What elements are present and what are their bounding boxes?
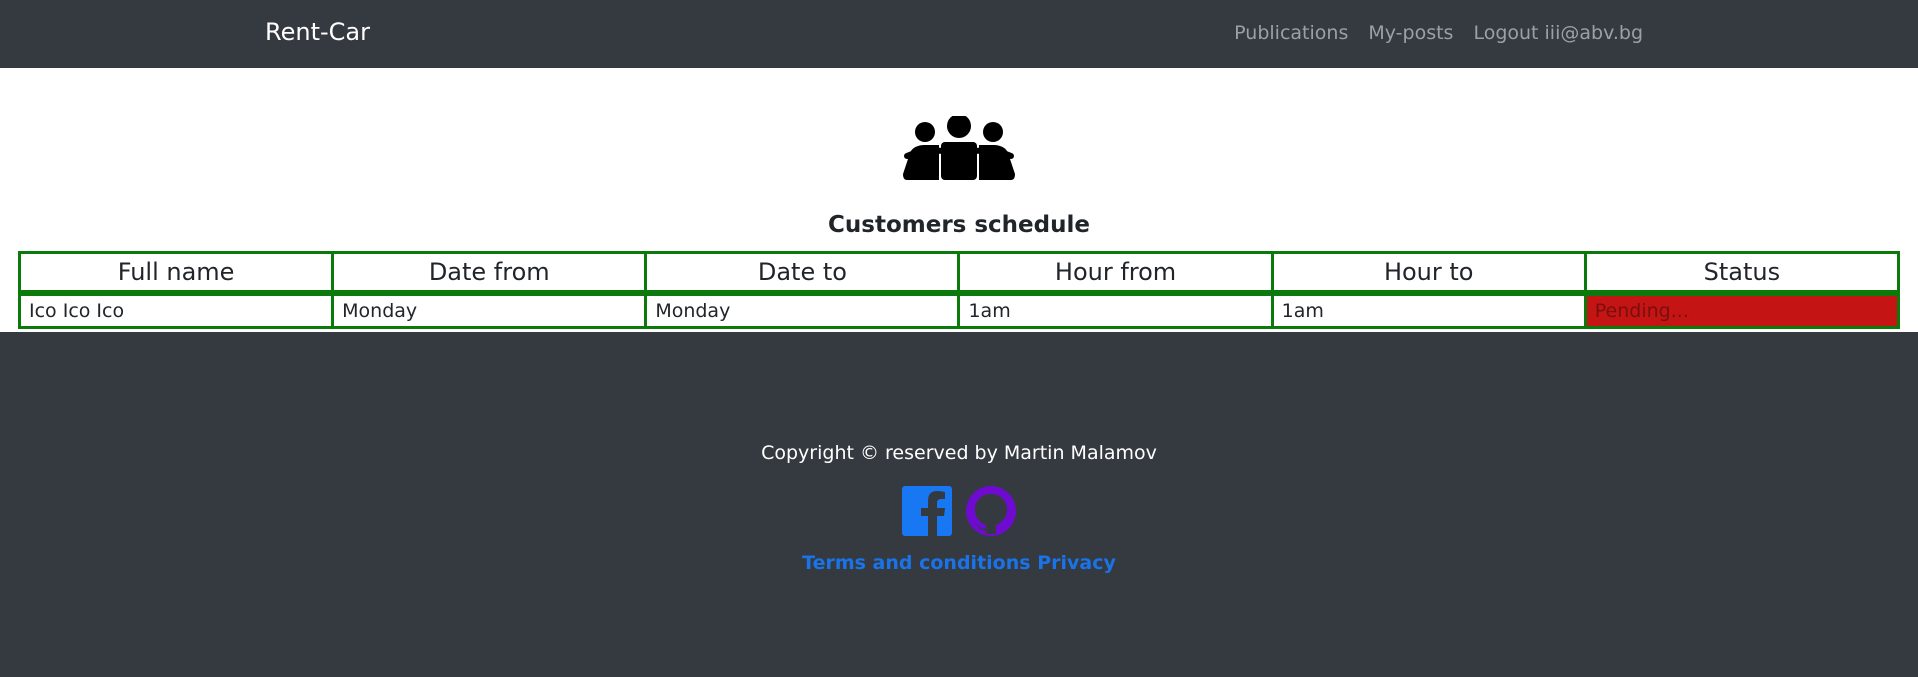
privacy-link[interactable]: Privacy xyxy=(1037,552,1116,574)
footer: Copyright © reserved by Martin Malamov T… xyxy=(0,332,1918,677)
cell-full-name: Ico Ico Ico xyxy=(17,291,335,329)
top-navbar: Rent-Car Publications My-posts Logout ii… xyxy=(0,0,1918,68)
table-header-row: Full name Date from Date to Hour from Ho… xyxy=(17,251,1901,296)
nav-link-publications[interactable]: Publications xyxy=(1234,22,1348,44)
column-header-date-from: Date from xyxy=(331,251,648,296)
nav-link-my-posts[interactable]: My-posts xyxy=(1368,22,1453,44)
legal-links: Terms and conditions Privacy xyxy=(0,552,1918,574)
table-row: Ico Ico Ico Monday Monday 1am 1am Pendin… xyxy=(17,291,1901,329)
facebook-icon[interactable] xyxy=(901,485,953,537)
nav-link-logout[interactable]: Logout iii@abv.bg xyxy=(1473,22,1643,44)
page-title: Customers schedule xyxy=(828,212,1090,238)
terms-link[interactable]: Terms and conditions xyxy=(802,552,1030,574)
column-header-hour-from: Hour from xyxy=(957,251,1274,296)
column-header-hour-to: Hour to xyxy=(1270,251,1587,296)
users-group-icon xyxy=(903,116,1015,180)
cell-date-to: Monday xyxy=(644,291,961,329)
social-links xyxy=(0,485,1918,537)
cell-date-from: Monday xyxy=(331,291,648,329)
column-header-status: Status xyxy=(1583,251,1901,296)
nav-links: Publications My-posts Logout iii@abv.bg xyxy=(1234,22,1643,44)
cell-hour-to: 1am xyxy=(1270,291,1587,329)
customers-schedule-table: Full name Date from Date to Hour from Ho… xyxy=(17,251,1901,329)
cell-hour-from: 1am xyxy=(957,291,1274,329)
main-content: Customers schedule Full name Date from D… xyxy=(0,68,1918,332)
column-header-full-name: Full name xyxy=(17,251,335,296)
github-icon[interactable] xyxy=(965,485,1017,537)
brand-link[interactable]: Rent-Car xyxy=(265,18,370,46)
copyright-text: Copyright © reserved by Martin Malamov xyxy=(761,442,1157,464)
status-badge: Pending... xyxy=(1583,291,1901,329)
column-header-date-to: Date to xyxy=(644,251,961,296)
